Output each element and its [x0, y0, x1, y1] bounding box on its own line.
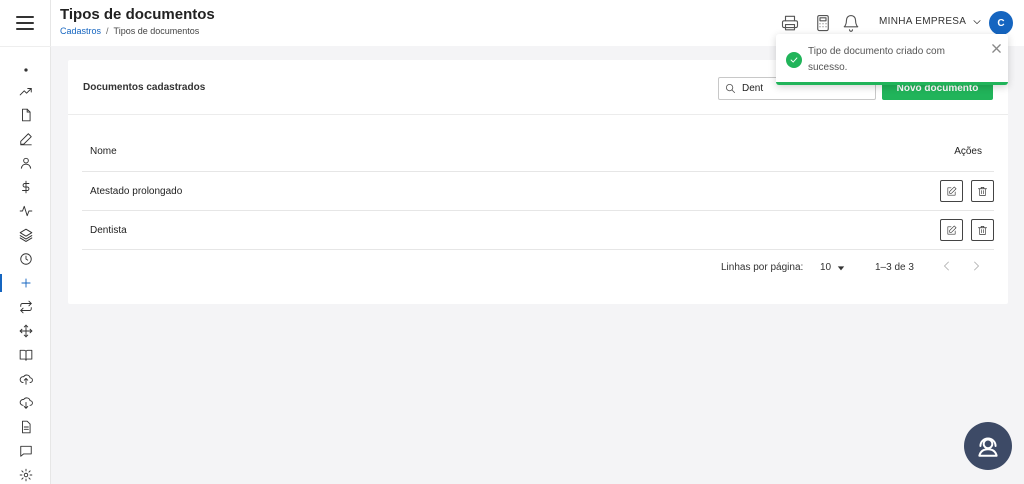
- previous-page-button[interactable]: [941, 260, 955, 274]
- company-name: MINHA EMPRESA: [879, 16, 967, 27]
- toast-message: Tipo de documento criado com sucesso.: [808, 46, 945, 73]
- print-button[interactable]: [780, 13, 800, 33]
- upload-cloud-icon: [19, 374, 33, 385]
- documents-table: Nome Ações Atestado prolongado Dentista: [82, 132, 994, 250]
- breadcrumb-separator: /: [106, 26, 109, 36]
- close-icon: [992, 44, 1001, 53]
- edit-icon: [947, 186, 957, 195]
- company-selector[interactable]: MINHA EMPRESA: [879, 16, 982, 27]
- menu-icon[interactable]: [14, 12, 36, 34]
- bell-icon: [843, 14, 859, 32]
- sidebar-item-repeat[interactable]: [0, 296, 51, 318]
- sidebar-item-upload[interactable]: [0, 368, 51, 390]
- sidebar-item-user[interactable]: [0, 152, 51, 174]
- calculator-button[interactable]: [813, 13, 833, 33]
- chevron-down-icon: [973, 19, 981, 24]
- clock-icon: [19, 253, 32, 265]
- column-header-name[interactable]: Nome: [82, 146, 904, 157]
- edit-button[interactable]: [940, 180, 963, 202]
- delete-button[interactable]: [971, 180, 994, 202]
- sidebar-item-finance[interactable]: [0, 176, 51, 198]
- calculator-icon: [817, 14, 829, 32]
- file-icon: [21, 108, 31, 122]
- sidebar-item-clock[interactable]: [0, 248, 51, 270]
- sidebar-item-layers[interactable]: [0, 224, 51, 246]
- sidebar-item-chat[interactable]: [0, 440, 51, 462]
- breadcrumb-link-cadastros[interactable]: Cadastros: [60, 26, 101, 36]
- move-icon: [19, 324, 32, 338]
- pagination: Linhas por página: 10 1–3 de 3: [68, 257, 993, 279]
- table-header: Nome Ações: [82, 132, 994, 172]
- caret-down-icon: [837, 265, 845, 270]
- edit-icon: [947, 225, 957, 234]
- sidebar-item-cadastros[interactable]: [0, 272, 51, 294]
- success-toast: Tipo de documento criado com sucesso.: [776, 34, 1008, 85]
- dollar-icon: [21, 180, 29, 194]
- chevron-right-icon: [974, 261, 980, 271]
- row-actions: [904, 219, 994, 241]
- sidebar-item-activity[interactable]: [0, 200, 51, 222]
- sidebar-item-pen[interactable]: [0, 128, 51, 150]
- pen-icon: [19, 133, 32, 146]
- trash-icon: [978, 225, 987, 235]
- rows-per-page-value: 10: [820, 262, 832, 273]
- breadcrumb-current: Tipos de documentos: [113, 26, 200, 36]
- delete-button[interactable]: [971, 219, 994, 241]
- table-row: Atestado prolongado: [82, 172, 994, 211]
- column-header-actions: Ações: [954, 146, 982, 157]
- plus-icon: [20, 278, 31, 288]
- row-name: Dentista: [90, 224, 127, 236]
- sidebar-item-book[interactable]: [0, 344, 51, 366]
- dot-icon: [23, 68, 28, 72]
- card-divider: [68, 114, 1008, 115]
- next-page-button[interactable]: [970, 260, 984, 274]
- page-title: Tipos de documentos: [60, 6, 215, 23]
- layers-icon: [19, 228, 32, 242]
- sidebar-item-move[interactable]: [0, 320, 51, 342]
- support-button[interactable]: [964, 422, 1012, 470]
- download-cloud-icon: [19, 397, 33, 409]
- user-icon: [20, 157, 31, 169]
- row-name: Atestado prolongado: [90, 185, 183, 197]
- sidebar-item-document[interactable]: [0, 416, 51, 438]
- trending-up-icon: [19, 88, 32, 96]
- row-actions: [904, 180, 994, 202]
- sidebar-divider: [0, 46, 51, 47]
- support-agent-icon: [978, 437, 998, 457]
- edit-button[interactable]: [940, 219, 963, 241]
- trash-icon: [978, 186, 987, 196]
- card-title: Documentos cadastrados: [83, 82, 206, 93]
- chat-icon: [19, 445, 32, 457]
- toast-close-button[interactable]: [992, 40, 1002, 53]
- rows-per-page-select[interactable]: 10: [820, 262, 845, 273]
- search-icon: [725, 83, 736, 94]
- sidebar-item-dot[interactable]: [0, 59, 51, 81]
- documents-card: Documentos cadastrados Novo documento No…: [68, 60, 1008, 304]
- rows-per-page-label: Linhas por página:: [721, 262, 804, 273]
- pagination-range: 1–3 de 3: [875, 262, 914, 273]
- check-circle-icon: [786, 52, 802, 68]
- sidebar-item-download[interactable]: [0, 392, 51, 414]
- book-icon: [19, 349, 32, 361]
- chevron-left-icon: [943, 261, 949, 271]
- settings-icon: [19, 468, 32, 482]
- activity-icon: [19, 205, 32, 217]
- table-row: Dentista: [82, 211, 994, 250]
- document-text-icon: [21, 420, 31, 434]
- breadcrumb: Cadastros / Tipos de documentos: [60, 26, 199, 36]
- sidebar-item-file[interactable]: [0, 104, 51, 126]
- printer-icon: [781, 15, 799, 31]
- repeat-icon: [19, 300, 32, 314]
- notifications-button[interactable]: [841, 13, 861, 33]
- sidebar-item-trending[interactable]: [0, 81, 51, 103]
- sidebar-item-settings[interactable]: [0, 464, 51, 484]
- sidebar: [0, 0, 51, 484]
- avatar[interactable]: C: [989, 11, 1013, 35]
